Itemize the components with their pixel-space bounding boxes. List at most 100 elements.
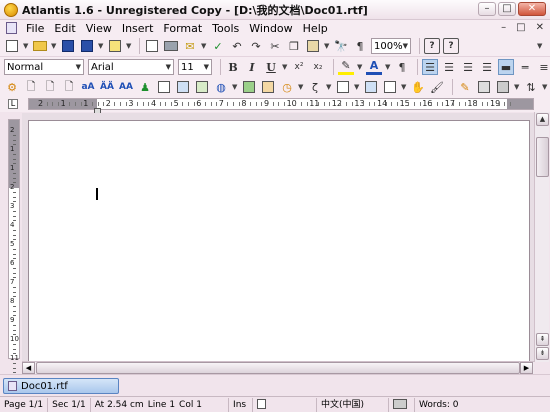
- email-dropdown-icon[interactable]: ▼: [201, 42, 208, 50]
- symbol-dropdown-icon[interactable]: ▼: [326, 83, 333, 91]
- align-center-button[interactable]: ☰: [441, 59, 457, 75]
- horizontal-scrollbar[interactable]: ◀ ▶: [22, 361, 534, 374]
- tab-doc01[interactable]: Doc01.rtf: [3, 378, 119, 394]
- menu-tools[interactable]: Tools: [207, 22, 244, 35]
- sort-icon[interactable]: ⇅: [523, 79, 539, 95]
- bookmark-dropdown-icon[interactable]: ▼: [354, 83, 361, 91]
- properties-dropdown-icon[interactable]: ▼: [126, 42, 133, 50]
- tab-stop-selector[interactable]: L: [8, 99, 18, 109]
- zoom-dropdown-icon[interactable]: ▼: [403, 42, 408, 50]
- vertical-scrollbar[interactable]: ▲ ⇞ ⇟: [534, 112, 549, 362]
- style-select[interactable]: Normal ▼: [4, 59, 84, 75]
- menu-view[interactable]: View: [81, 22, 117, 35]
- style-dropdown-icon[interactable]: ▼: [76, 63, 81, 71]
- picture-icon[interactable]: [241, 79, 257, 95]
- double-spacing-button[interactable]: ≡: [536, 59, 550, 75]
- horizontal-ruler[interactable]: 2 1 1 2 3 4 5 6 7 8 9 10 11 12 13 14 15 16 17 18 19: [28, 98, 534, 110]
- menu-window[interactable]: Window: [244, 22, 297, 35]
- menu-file[interactable]: File: [21, 22, 49, 35]
- font-color-icon[interactable]: A: [366, 59, 382, 75]
- clock-dropdown-icon[interactable]: ▼: [298, 83, 305, 91]
- doc-minimize-button[interactable]: –: [501, 22, 506, 33]
- vertical-scroll-thumb[interactable]: [536, 137, 549, 177]
- horizontal-scroll-thumb[interactable]: [36, 362, 520, 374]
- spellcheck-icon[interactable]: ✓: [210, 38, 226, 54]
- paint-dropdown-icon[interactable]: ▼: [514, 83, 521, 91]
- redo-icon[interactable]: ↷: [248, 38, 264, 54]
- zoom-select[interactable]: 100% ▼: [371, 38, 411, 54]
- bookmark-icon[interactable]: [335, 79, 351, 95]
- green-man-icon[interactable]: ♟: [137, 79, 153, 95]
- maximize-button[interactable]: □: [498, 2, 516, 16]
- menu-format[interactable]: Format: [158, 22, 207, 35]
- change-case-icon[interactable]: aA: [80, 79, 96, 95]
- whats-this-icon[interactable]: ?: [443, 38, 459, 54]
- paint-icon[interactable]: [495, 79, 511, 95]
- char-format-icon[interactable]: ¶: [394, 59, 410, 75]
- menu-help[interactable]: Help: [298, 22, 333, 35]
- document-properties-icon[interactable]: [107, 38, 123, 54]
- font-size-dropdown-icon[interactable]: ▼: [204, 63, 209, 71]
- pilcrow-icon[interactable]: ¶: [352, 38, 368, 54]
- cut-icon[interactable]: ✂: [267, 38, 283, 54]
- font-color-dropdown-icon[interactable]: ▼: [385, 63, 392, 71]
- subscript-button[interactable]: x₂: [310, 59, 326, 75]
- document-icon[interactable]: [6, 22, 17, 34]
- minimize-button[interactable]: –: [478, 2, 496, 16]
- save-dropdown-icon[interactable]: ▼: [98, 42, 105, 50]
- print-icon[interactable]: [163, 38, 179, 54]
- status-language[interactable]: 中文(中国): [317, 397, 390, 412]
- new-dropdown-icon[interactable]: ▼: [23, 42, 30, 50]
- copy-icon[interactable]: ❐: [286, 38, 302, 54]
- status-mode[interactable]: Ins: [229, 397, 254, 412]
- replace-icon[interactable]: 🗋: [42, 79, 58, 95]
- brush-icon[interactable]: 🖌: [429, 79, 445, 95]
- help-icon[interactable]: ?: [424, 38, 440, 54]
- world-icon[interactable]: ◍: [213, 79, 229, 95]
- menu-insert[interactable]: Insert: [117, 22, 159, 35]
- line-spacing-button[interactable]: ═: [517, 59, 533, 75]
- page-layout-icon[interactable]: [156, 79, 172, 95]
- insert-object-icon[interactable]: [194, 79, 210, 95]
- prev-page-button[interactable]: ⇞: [536, 333, 549, 346]
- align-left-button[interactable]: ☰: [422, 59, 438, 75]
- disk-stack-icon[interactable]: [476, 79, 492, 95]
- save-all-icon[interactable]: [79, 38, 95, 54]
- undo-icon[interactable]: ↶: [229, 38, 245, 54]
- open-dropdown-icon[interactable]: ▼: [51, 42, 58, 50]
- hand-icon[interactable]: ✋: [410, 79, 426, 95]
- new-icon[interactable]: [4, 38, 20, 54]
- toolbar-options-icon[interactable]: ▼: [537, 42, 544, 50]
- table-icon[interactable]: [175, 79, 191, 95]
- scroll-up-button[interactable]: ▲: [536, 113, 549, 126]
- font-size-down-icon[interactable]: AA: [118, 79, 134, 95]
- superscript-button[interactable]: x²: [291, 59, 307, 75]
- symbol-icon[interactable]: ζ: [307, 79, 323, 95]
- print-preview-icon[interactable]: [144, 38, 160, 54]
- underline-dropdown-icon[interactable]: ▼: [282, 63, 289, 71]
- find-icon[interactable]: 🔭: [333, 38, 349, 54]
- font-size-up-icon[interactable]: ÄÄ: [99, 79, 115, 95]
- highlight-dropdown-icon[interactable]: ▼: [357, 63, 364, 71]
- save-icon[interactable]: [60, 38, 76, 54]
- scroll-right-button[interactable]: ▶: [520, 362, 533, 374]
- bold-button[interactable]: B: [225, 59, 241, 75]
- autotext-icon[interactable]: ⚙: [4, 79, 20, 95]
- next-page-button[interactable]: ⇟: [536, 347, 549, 360]
- font-select[interactable]: Arial ▼: [88, 59, 174, 75]
- text-effect-icon[interactable]: 🗋: [23, 79, 39, 95]
- date-time-icon[interactable]: [260, 79, 276, 95]
- clock-icon[interactable]: ◷: [279, 79, 295, 95]
- hyperlink-icon[interactable]: [363, 79, 379, 95]
- single-spacing-button[interactable]: ▬: [498, 59, 514, 75]
- justify-button[interactable]: ☰: [479, 59, 495, 75]
- scroll-left-button[interactable]: ◀: [22, 362, 35, 374]
- comment-dropdown-icon[interactable]: ▼: [401, 83, 408, 91]
- document-page[interactable]: [28, 120, 530, 365]
- menu-edit[interactable]: Edit: [49, 22, 80, 35]
- email-icon[interactable]: ✉: [182, 38, 198, 54]
- highlight-icon[interactable]: ✎: [338, 59, 354, 75]
- sort-dropdown-icon[interactable]: ▼: [542, 83, 549, 91]
- world-dropdown-icon[interactable]: ▼: [232, 83, 239, 91]
- font-dropdown-icon[interactable]: ▼: [166, 63, 171, 71]
